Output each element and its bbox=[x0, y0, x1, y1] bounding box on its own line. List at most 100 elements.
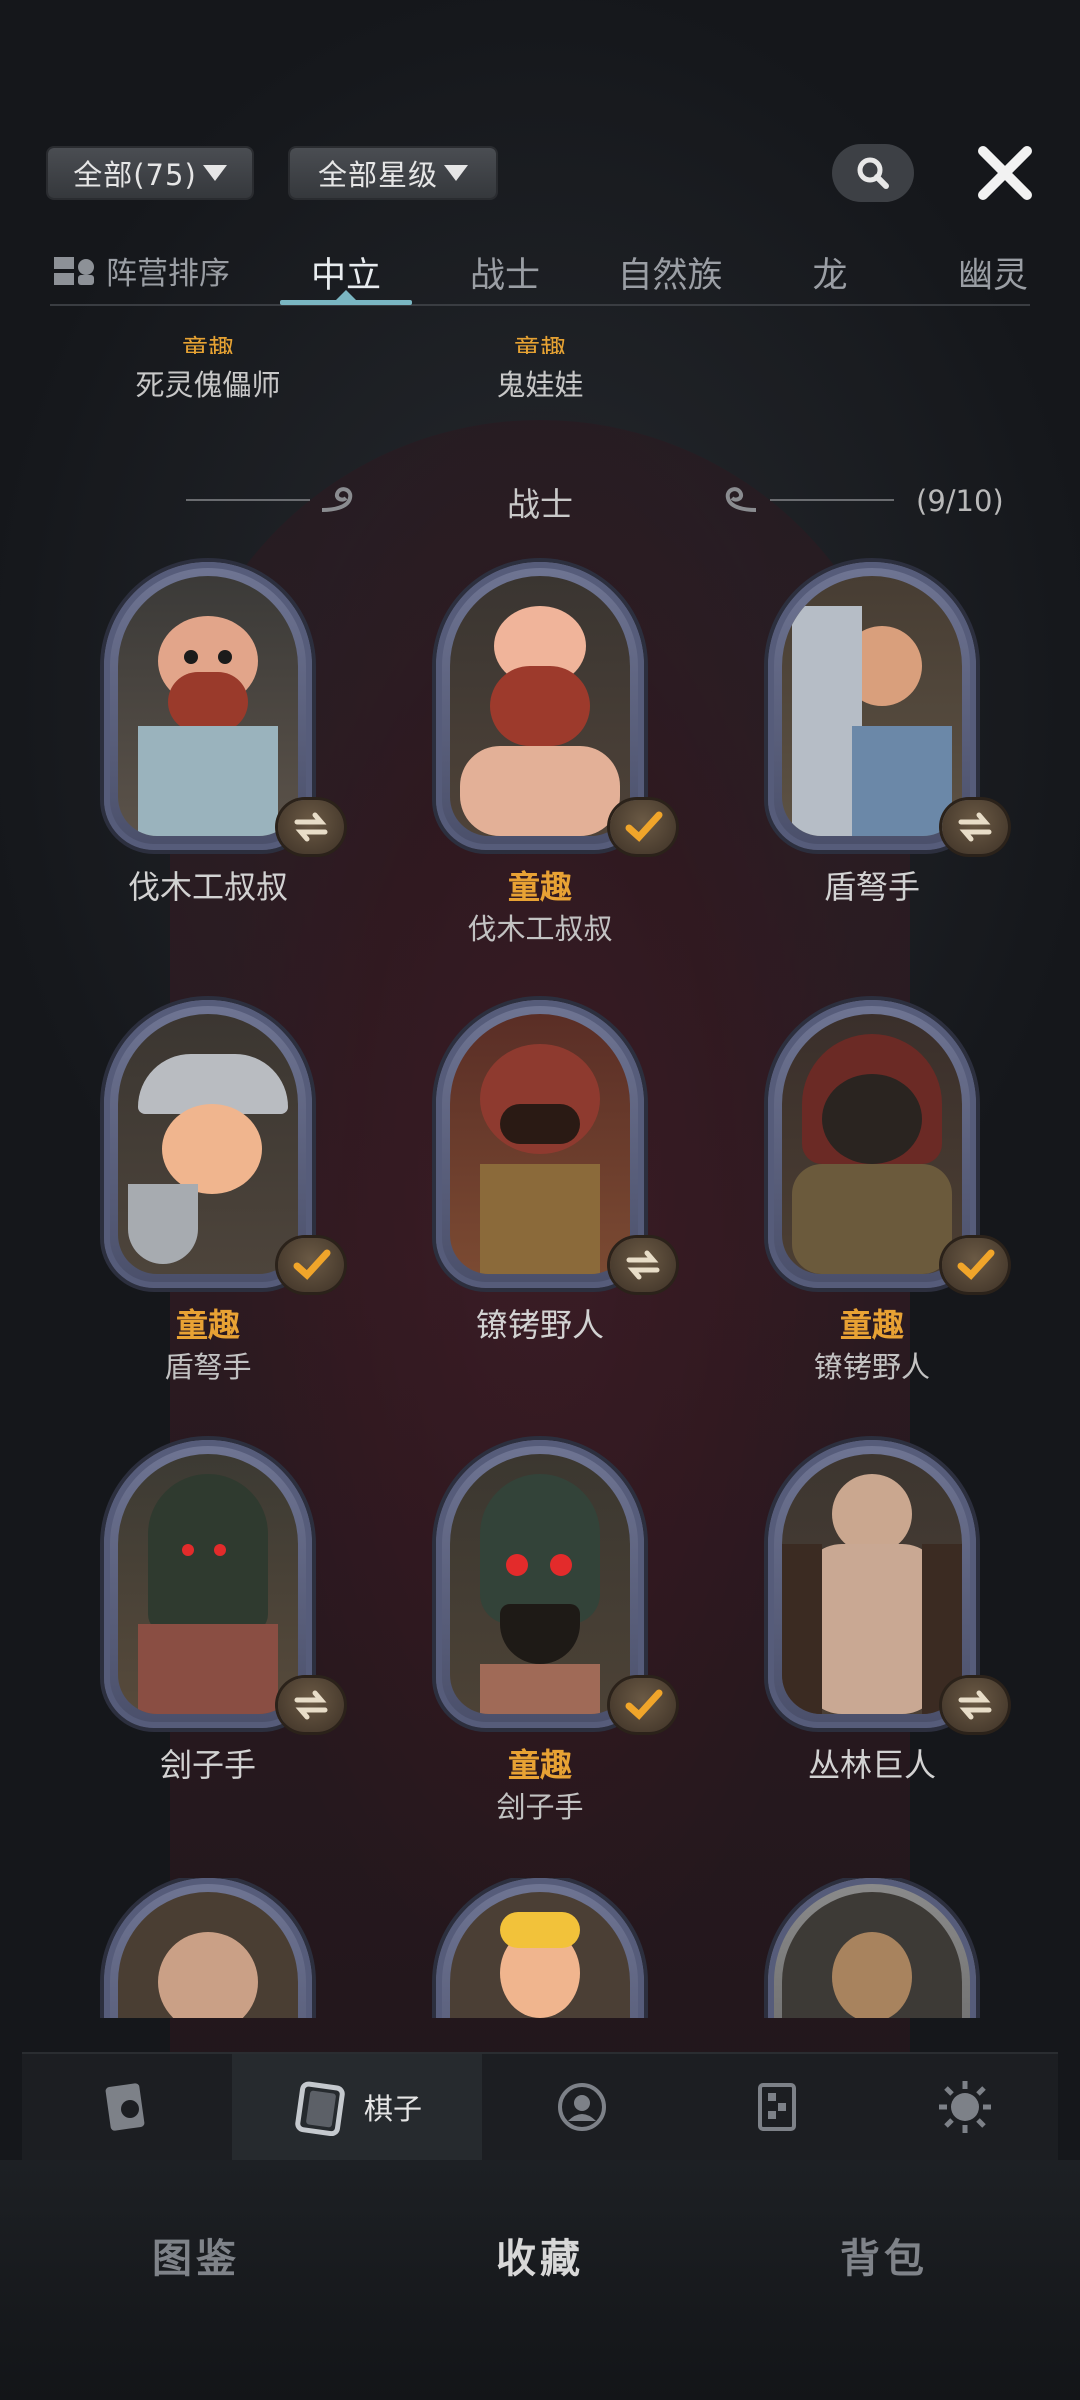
unit-portrait-frame bbox=[768, 562, 976, 850]
prev-card-tag: 童趣 bbox=[513, 335, 566, 354]
collection-subnav: 棋子 bbox=[22, 2052, 1058, 2160]
check-icon bbox=[610, 1678, 676, 1732]
unit-portrait-frame bbox=[104, 562, 312, 850]
tab-collection[interactable]: 收藏 bbox=[440, 2226, 640, 2284]
unit-name: 盾弩手 bbox=[823, 868, 920, 906]
executioner-skin-portrait bbox=[450, 1454, 630, 1714]
unit-portrait-frame bbox=[768, 1878, 976, 2018]
lumberjack-skin-portrait bbox=[450, 576, 630, 836]
unit-card[interactable]: 伐木工叔叔 bbox=[68, 562, 348, 962]
active-tab-indicator bbox=[280, 300, 412, 305]
tab-backpack[interactable]: 背包 bbox=[784, 2226, 984, 2284]
faction-tabs: 中立 战士 自然族 龙 幽灵 bbox=[0, 240, 1080, 308]
executioner-portrait bbox=[118, 1454, 298, 1714]
unit-name: 伐木工叔叔 bbox=[467, 912, 613, 946]
unit-name: 刽子手 bbox=[496, 1790, 584, 1824]
subnav-pieces-label: 棋子 bbox=[363, 2092, 422, 2126]
sun-icon bbox=[939, 2081, 991, 2133]
swap-icon bbox=[278, 800, 344, 854]
unit-portrait-frame bbox=[104, 1878, 312, 2018]
chevron-down-icon bbox=[444, 165, 468, 181]
unit-card[interactable]: 童趣 盾弩手 bbox=[68, 1000, 348, 1400]
chained-savage-skin-portrait bbox=[782, 1014, 962, 1274]
crossbow-shield-portrait bbox=[782, 576, 962, 836]
subnav-pieces[interactable]: 棋子 bbox=[232, 2054, 482, 2160]
unit-portrait-frame bbox=[436, 1878, 644, 2018]
tab-encyclopedia[interactable]: 图鉴 bbox=[96, 2226, 296, 2284]
unit-portrait bbox=[450, 1892, 630, 2018]
card-ghost-icon bbox=[105, 2083, 145, 2131]
lumberjack-portrait bbox=[118, 576, 298, 836]
check-icon bbox=[942, 1238, 1008, 1292]
unit-card[interactable] bbox=[732, 1878, 1012, 2018]
swap-icon bbox=[942, 800, 1008, 854]
unit-card[interactable]: 刽子手 bbox=[68, 1440, 348, 1840]
prev-card-name[interactable]: 鬼娃娃 bbox=[410, 362, 670, 404]
search-icon bbox=[857, 157, 889, 189]
chained-savage-portrait bbox=[450, 1014, 630, 1274]
unit-card[interactable]: 童趣 伐木工叔叔 bbox=[400, 562, 680, 962]
unit-card[interactable] bbox=[400, 1878, 680, 2018]
subnav-card-backs[interactable] bbox=[22, 2054, 232, 2160]
skin-tag: 童趣 bbox=[507, 868, 572, 906]
tab-warrior[interactable]: 战士 bbox=[450, 240, 560, 304]
chess-piece-icon bbox=[295, 2081, 345, 2136]
tabs-divider bbox=[50, 304, 1030, 306]
board-icon bbox=[758, 2083, 796, 2131]
divider-line bbox=[770, 499, 894, 501]
unit-portrait-frame bbox=[768, 1000, 976, 1288]
check-icon bbox=[278, 1238, 344, 1292]
unit-portrait-frame bbox=[104, 1000, 312, 1288]
crossbow-shield-skin-portrait bbox=[118, 1014, 298, 1274]
unit-portrait-frame bbox=[768, 1440, 976, 1728]
partial-card-row bbox=[0, 1878, 1080, 2018]
unit-card[interactable]: 镣铐野人 bbox=[400, 1000, 680, 1400]
skin-tag: 童趣 bbox=[839, 1306, 904, 1344]
unit-portrait bbox=[118, 1892, 298, 2018]
portrait-icon bbox=[558, 2083, 606, 2131]
active-tab-indicator-arrow bbox=[336, 290, 356, 300]
unit-name: 丛林巨人 bbox=[807, 1746, 936, 1784]
section-count: (9/10) bbox=[916, 484, 1004, 518]
skin-tag: 童趣 bbox=[507, 1746, 572, 1784]
prev-card-tag: 童趣 bbox=[181, 335, 234, 354]
unit-portrait-frame bbox=[436, 1000, 644, 1288]
unit-card[interactable]: 丛林巨人 bbox=[732, 1440, 1012, 1840]
unit-card[interactable]: 童趣 镣铐野人 bbox=[732, 1000, 1012, 1400]
star-filter-label: 全部星级 bbox=[317, 158, 438, 192]
subnav-avatars[interactable] bbox=[482, 2054, 682, 2160]
swirl-ornament-icon bbox=[725, 487, 757, 512]
skin-tag: 童趣 bbox=[175, 1306, 240, 1344]
unit-name: 镣铐野人 bbox=[813, 1350, 930, 1384]
swap-icon bbox=[942, 1678, 1008, 1732]
unit-portrait-frame bbox=[436, 562, 644, 850]
section-header-warrior: 战士 (9/10) bbox=[0, 474, 1080, 526]
unit-portrait-frame bbox=[436, 1440, 644, 1728]
close-icon bbox=[978, 146, 1032, 200]
unit-name: 伐木工叔叔 bbox=[127, 868, 288, 906]
subnav-boards[interactable] bbox=[682, 2054, 872, 2160]
tab-dragon[interactable]: 龙 bbox=[790, 240, 870, 304]
tab-ghost[interactable]: 幽灵 bbox=[938, 240, 1048, 304]
swap-icon bbox=[278, 1678, 344, 1732]
unit-name: 刽子手 bbox=[159, 1746, 256, 1784]
unit-portrait bbox=[782, 1892, 962, 2018]
faction-filter-label: 全部(75) bbox=[73, 158, 197, 192]
swap-icon bbox=[610, 1238, 676, 1292]
tab-nature[interactable]: 自然族 bbox=[600, 240, 740, 304]
search-button[interactable] bbox=[832, 144, 914, 202]
faction-filter-dropdown[interactable]: 全部(75) bbox=[48, 148, 252, 198]
unit-card[interactable]: 童趣 刽子手 bbox=[400, 1440, 680, 1840]
check-icon bbox=[610, 800, 676, 854]
jungle-giant-portrait bbox=[782, 1454, 962, 1714]
unit-name: 盾弩手 bbox=[164, 1350, 252, 1384]
unit-portrait-frame bbox=[104, 1440, 312, 1728]
unit-card[interactable] bbox=[68, 1878, 348, 2018]
subnav-effects[interactable] bbox=[872, 2054, 1058, 2160]
prev-card-name[interactable]: 死灵傀儡师 bbox=[78, 362, 338, 404]
close-button[interactable] bbox=[970, 138, 1040, 208]
unit-name: 镣铐野人 bbox=[475, 1306, 604, 1344]
star-filter-dropdown[interactable]: 全部星级 bbox=[290, 148, 496, 198]
chevron-down-icon bbox=[202, 165, 227, 181]
unit-card[interactable]: 盾弩手 bbox=[732, 562, 1012, 962]
